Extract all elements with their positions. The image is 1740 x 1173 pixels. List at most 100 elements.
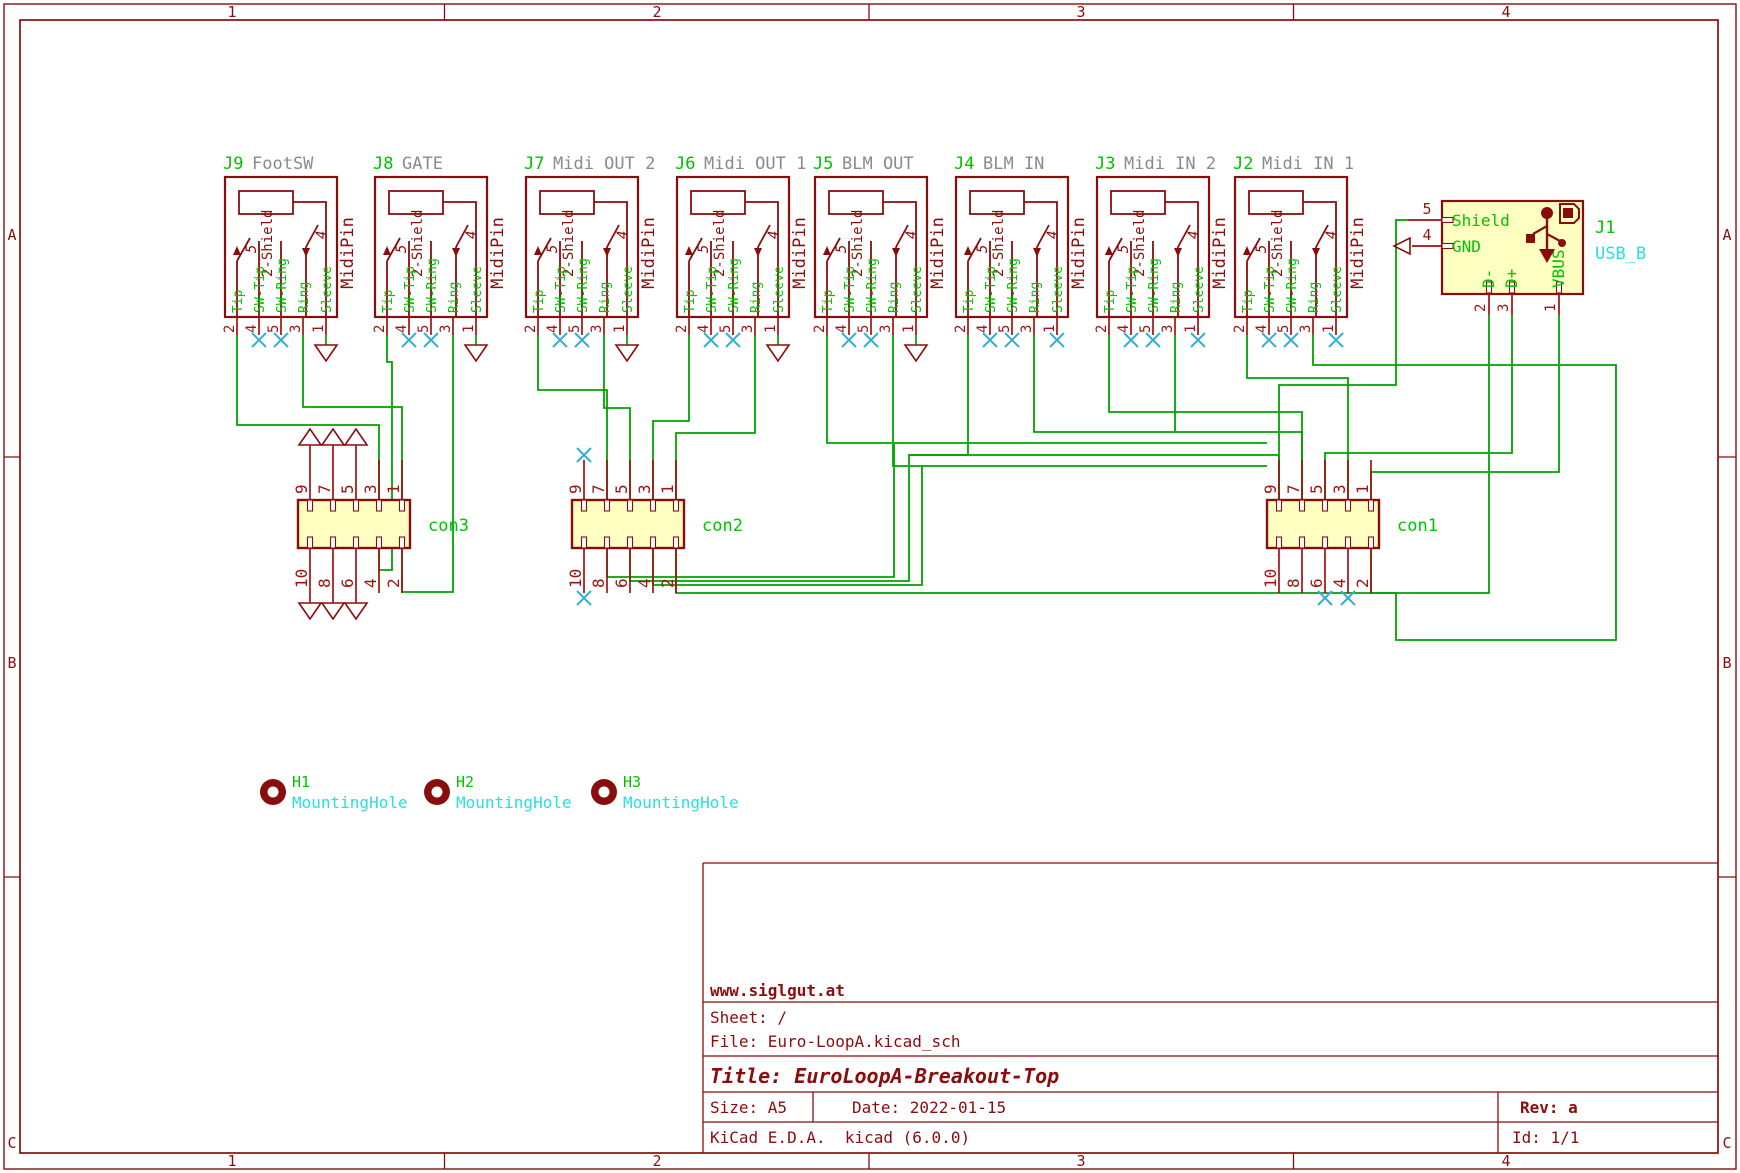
jack-reference: J9 — [223, 154, 243, 174]
pin-number: 1 — [1321, 325, 1337, 333]
hole-value: MountingHole — [292, 793, 408, 812]
jack-symbol-J2[interactable]: J2Midi IN 1542-ShieldMidiPinTipSW-TipSW-… — [1232, 154, 1368, 347]
pin-notch — [377, 537, 382, 548]
jack-symbol-J7[interactable]: J7Midi OUT 2542-ShieldMidiPinTipSW-TipSW… — [523, 154, 659, 361]
pin-notch — [400, 537, 405, 548]
title-block: www.siglgut.at Sheet: / File: Euro-LoopA… — [703, 863, 1718, 1153]
jack-value: BLM IN — [983, 154, 1044, 174]
pin-notch — [582, 500, 587, 511]
jack-value: BLM OUT — [842, 154, 914, 174]
jack-symbol-J5[interactable]: J5BLM OUT542-ShieldMidiPinTipSW-TipSW-Ri… — [812, 154, 948, 361]
jack-symbol-J3[interactable]: J3Midi IN 2542-ShieldMidiPinTipSW-TipSW-… — [1094, 154, 1230, 347]
border-row-label: C — [1722, 1134, 1731, 1152]
hole-reference: H1 — [292, 773, 310, 791]
pin-number: 1 — [1353, 484, 1372, 494]
header-reference: con1 — [1397, 516, 1438, 536]
switch-label: 4 — [1324, 231, 1340, 239]
symbols-layer: J9FootSW542-ShieldMidiPinTipSW-TipSW-Rin… — [222, 154, 1438, 812]
switch-label: 5 — [545, 245, 561, 253]
wire — [237, 335, 379, 500]
pin-notch — [605, 537, 610, 548]
mounting-hole-H1[interactable]: H1 MountingHole — [260, 773, 408, 812]
switch-label: 5 — [1254, 245, 1270, 253]
pin-number: 6 — [612, 578, 631, 588]
switch-label: 5 — [975, 245, 991, 253]
pin-number: 3 — [740, 325, 756, 333]
pin-notch — [1277, 500, 1282, 511]
gnd-arrow-flag — [465, 345, 487, 361]
pin-name: SW-Ring — [1006, 258, 1021, 313]
switch-label: 4 — [1186, 231, 1202, 239]
mounting-hole-H2[interactable]: H2MountingHole — [424, 773, 572, 812]
no-connect-x — [1191, 333, 1205, 347]
border-row-label: C — [7, 1134, 16, 1152]
no-connect-x — [252, 333, 266, 347]
border-col-label: 3 — [1076, 1152, 1085, 1170]
switch-label: 5 — [1116, 245, 1132, 253]
pin-number: 5 — [266, 325, 282, 333]
pin-number: 2 — [953, 325, 969, 333]
jack-symbol-J9[interactable]: J9FootSW542-ShieldMidiPinTipSW-TipSW-Rin… — [222, 154, 358, 361]
pin-number: 5 — [856, 325, 872, 333]
pin-name: SW-Tip — [1263, 266, 1278, 313]
jack-reference: J8 — [373, 154, 393, 174]
jack-symbol-J6[interactable]: J6Midi OUT 1542-ShieldMidiPinTipSW-TipSW… — [674, 154, 810, 361]
no-connect-x — [577, 448, 591, 462]
pin-notch — [674, 500, 679, 511]
wire — [607, 443, 1267, 577]
pin-notch — [377, 500, 382, 511]
no-connect-x — [274, 333, 288, 347]
jack-symbol-J4[interactable]: J4BLM IN542-ShieldMidiPinTipSW-TipSW-Rin… — [953, 154, 1089, 347]
hole-drill — [432, 787, 443, 798]
jack-reference: J2 — [1233, 154, 1253, 174]
header-reference: con3 — [428, 516, 469, 536]
wire — [1371, 315, 1559, 500]
pin-notch — [651, 500, 656, 511]
jack-footprint-label: MidiPin — [1348, 217, 1368, 289]
pin-number: 7 — [1284, 484, 1303, 494]
sheet-field: Sheet: / — [710, 1008, 787, 1027]
pin-number: 5 — [338, 484, 357, 494]
pin-number: 3 — [635, 484, 654, 494]
pin-name: Sleeve — [1051, 266, 1066, 313]
pin-number: 3 — [1160, 325, 1176, 333]
pin-number: 3 — [288, 325, 304, 333]
pin-number: 2 — [222, 325, 238, 333]
pin-number: 2 — [1353, 578, 1372, 588]
gnd-arrow-flag — [345, 603, 367, 619]
pin-name: Ring — [598, 282, 613, 313]
mounting-hole-H3[interactable]: H3MountingHole — [591, 773, 739, 812]
header-symbol-con3[interactable]: con391078563412 — [292, 429, 469, 619]
pin-number: 6 — [338, 578, 357, 588]
pin-number: 2 — [1232, 325, 1248, 333]
pin-name: Ring — [1169, 282, 1184, 313]
usb-connector-symbol[interactable]: 5 4 Shield GND 2 3 1 D- D+ VBUS J1 USB_B — [1394, 200, 1646, 315]
border-col-label: 2 — [652, 3, 661, 21]
pin-number: 4 — [545, 325, 561, 333]
pin-number: 10 — [292, 569, 311, 588]
hole-drill — [599, 787, 610, 798]
no-connect-x — [864, 333, 878, 347]
pin-number: 3 — [589, 325, 605, 333]
pin-name: SW-Tip — [843, 266, 858, 313]
usb-pin-name: Shield — [1452, 211, 1510, 230]
header-symbol-con1[interactable]: con191078563412 — [1261, 460, 1438, 605]
pin-notch — [605, 500, 610, 511]
pin-number: 2 — [1094, 325, 1110, 333]
jack-symbol-J8[interactable]: J8GATE542-ShieldMidiPinTipSW-TipSW-RingR… — [372, 154, 508, 361]
usb-pin-name: D+ — [1502, 269, 1521, 288]
border-col-label: 3 — [1076, 3, 1085, 21]
hole-reference: H2 — [456, 773, 474, 791]
wire — [1247, 335, 1348, 500]
no-connect-x — [1005, 333, 1019, 347]
pin-number: 2 — [372, 325, 388, 333]
gnd-arrow-flag — [322, 603, 344, 619]
usb-pin-number: 4 — [1422, 226, 1431, 244]
pin-notch — [1300, 537, 1305, 548]
jack-value: GATE — [402, 154, 443, 174]
pin-number: 2 — [523, 325, 539, 333]
pin-name: SW-Ring — [576, 258, 591, 313]
hole-value: MountingHole — [623, 793, 739, 812]
pin-name: SW-Ring — [275, 258, 290, 313]
pin-number: 1 — [1042, 325, 1058, 333]
